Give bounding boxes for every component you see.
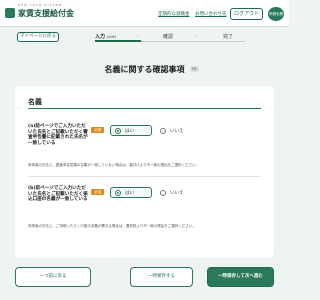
step-input-progress: (4/6) [106,35,117,39]
menu-button[interactable]: 申請を開く [268,7,284,30]
radio-checked-icon[interactable] [115,128,121,134]
question-a-note: 申請者の氏名と、審査申告書類の名義が一致していない場合は、裏付けより不一致の理由… [28,163,200,167]
question-a-no-option[interactable]: いいえ [155,125,197,136]
question-b-yes-option[interactable]: はい [110,187,152,198]
radio-checked-icon[interactable] [115,190,121,196]
option-label: はい [125,191,134,196]
option-label: いいえ [170,129,184,134]
section-title: 名義 [28,98,42,106]
question-divider [28,176,261,177]
option-label: いいえ [170,191,184,196]
save-button[interactable]: 一時保存する [130,267,193,287]
page-title: 名義に関する確認事項 [104,65,185,74]
radio-unchecked-icon[interactable] [160,128,166,134]
step-input: 入力 (4/6) [95,33,116,40]
question-b-note: 申請者の氏名と、ご申請いただく口座の名義が異なる場合は、選択肢より不一致の理由を… [28,224,196,228]
question-b-label: (b)前ページでご入力いただいた氏名とご記載いただく振込口座の名義が一致している [28,186,88,203]
save-and-next-button[interactable]: 一時保存して次へ進む [207,267,274,287]
step-arrow-icon: › [137,33,139,39]
back-button[interactable]: 一つ前に戻る [15,267,91,287]
radio-unchecked-icon[interactable] [160,190,166,196]
question-a-label: (a)前ページでご入力いただいた氏名とご記載いただく審査申告書に記載された氏名が… [28,124,88,146]
required-badge: 必須 [91,127,104,133]
logo-subtitle: NEW LOAN SYSTEM [18,3,63,7]
form-card: 名義 (a)前ページでご入力いただいた氏名とご記載いただく審査申告書に記載された… [15,86,274,258]
step-complete-label: 完了 [223,34,234,40]
option-label: はい [125,129,134,134]
step-track [141,41,245,42]
progress-steps: 入力 (4/6) › 確認 › 完了 [95,32,245,42]
question-a-yes-option[interactable]: はい [110,125,152,136]
help-link[interactable]: 定期的な退職金 [158,11,190,17]
mypage-back-button[interactable]: マイページに戻る [17,32,59,42]
logo[interactable]: 家賃支援給付金 [18,8,74,19]
site-header: NEW LOAN SYSTEM 家賃支援給付金 定期的な退職金 お問い合わせ先 … [0,0,289,30]
step-complete: 完了 [223,33,233,40]
step-confirm: 確認 [163,33,173,40]
logo-icon [5,8,15,18]
step-confirm-label: 確認 [163,34,174,40]
section-divider [28,108,261,109]
step-progress-bar [95,40,141,42]
faq-link[interactable]: お問い合わせ先 [195,11,227,17]
logout-button[interactable]: ログアウト [230,8,263,20]
question-b-no-option[interactable]: いいえ [155,187,197,198]
page-code-badge: F4 [190,66,199,72]
step-arrow-icon: › [195,33,197,39]
required-badge: 必須 [91,189,104,195]
